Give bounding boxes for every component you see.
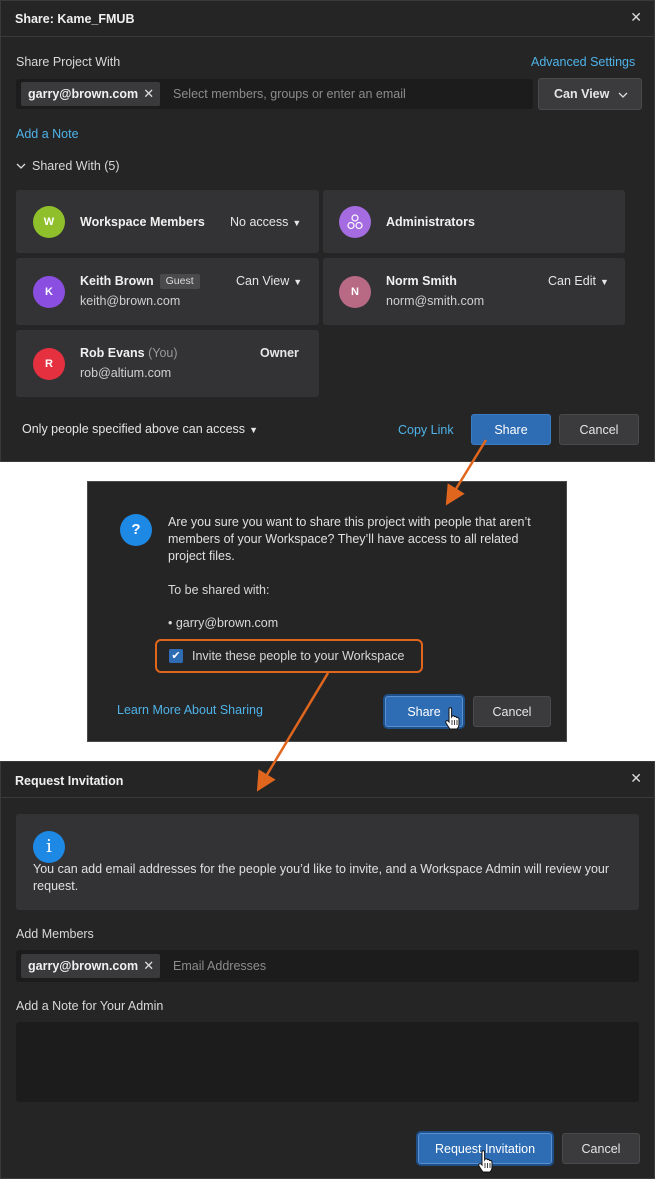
member-permission: Can View bbox=[236, 274, 290, 288]
member-name-text: Keith Brown bbox=[80, 274, 154, 288]
share-dialog-header: Share: Kame_FMUB ✕ bbox=[1, 1, 654, 37]
question-icon: ? bbox=[120, 514, 152, 546]
email-chip: garry@brown.com ✕ bbox=[21, 954, 161, 978]
member-permission-dropdown[interactable]: Can View ▼ bbox=[236, 274, 302, 288]
shared-with-header: Shared With (5) bbox=[32, 159, 120, 173]
guest-badge: Guest bbox=[159, 274, 200, 289]
remove-chip-icon[interactable]: ✕ bbox=[143, 954, 154, 978]
member-email: keith@brown.com bbox=[80, 294, 181, 308]
access-dropdown[interactable]: Only people specified above can access ▼ bbox=[22, 422, 258, 436]
share-members-input[interactable]: garry@brown.com ✕ Select members, groups… bbox=[16, 79, 533, 109]
hand-cursor-icon bbox=[445, 707, 460, 730]
permission-select-label: Can View bbox=[554, 87, 610, 101]
member-you-suffix: (You) bbox=[148, 346, 178, 360]
avatar: N bbox=[339, 276, 371, 308]
member-card-keith: K Keith Brown Guest keith@brown.com Can V… bbox=[16, 258, 319, 325]
hand-cursor-icon bbox=[478, 1150, 493, 1173]
member-card-administrators: Administrators bbox=[323, 190, 625, 253]
checkmark-icon: ✔ bbox=[171, 650, 181, 662]
avatar: W bbox=[33, 206, 65, 238]
chevron-down-icon bbox=[16, 163, 26, 169]
email-chip-label: garry@brown.com bbox=[28, 959, 139, 973]
email-addresses-input[interactable]: garry@brown.com ✕ Email Addresses bbox=[16, 950, 639, 982]
invite-checkbox-label[interactable]: Invite these people to your Workspace bbox=[192, 649, 404, 663]
access-dropdown-label: Only people specified above can access bbox=[22, 422, 246, 436]
cancel-button[interactable]: Cancel bbox=[559, 414, 639, 445]
request-cancel-button[interactable]: Cancel bbox=[562, 1133, 640, 1164]
request-invitation-dialog: Request Invitation ✕ i You can add email… bbox=[0, 761, 655, 1179]
member-name: Workspace Members bbox=[80, 215, 205, 229]
remove-chip-icon[interactable]: ✕ bbox=[143, 82, 154, 106]
member-email: rob@altium.com bbox=[80, 366, 172, 380]
chevron-down-icon bbox=[618, 92, 628, 98]
permission-select[interactable]: Can View bbox=[538, 78, 642, 110]
request-dialog-title: Request Invitation bbox=[15, 774, 124, 788]
avatar bbox=[339, 206, 371, 238]
info-icon: i bbox=[33, 831, 65, 863]
caret-down-icon: ▼ bbox=[292, 218, 302, 228]
confirm-dialog: ? Are you sure you want to share this pr… bbox=[87, 481, 567, 742]
members-placeholder: Select members, groups or enter an email bbox=[173, 87, 406, 101]
info-banner: i You can add email addresses for the pe… bbox=[16, 814, 639, 910]
share-dialog-title: Share: Kame_FMUB bbox=[15, 12, 135, 26]
email-placeholder: Email Addresses bbox=[173, 959, 267, 973]
info-text: You can add email addresses for the peop… bbox=[33, 862, 610, 893]
member-name-text: Rob Evans bbox=[80, 346, 145, 360]
group-icon bbox=[347, 214, 363, 230]
invite-checkbox[interactable]: ✔ bbox=[169, 649, 183, 663]
member-permission: Owner bbox=[260, 346, 299, 360]
member-name: Administrators bbox=[386, 215, 475, 229]
member-name: Rob Evans (You) bbox=[80, 346, 178, 360]
request-dialog-header: Request Invitation ✕ bbox=[1, 762, 654, 798]
avatar: R bbox=[33, 348, 65, 380]
member-name: Keith Brown Guest bbox=[80, 274, 200, 289]
learn-more-link[interactable]: Learn More About Sharing bbox=[117, 703, 263, 717]
avatar: K bbox=[33, 276, 65, 308]
note-label: Add a Note for Your Admin bbox=[16, 999, 164, 1013]
caret-down-icon: ▼ bbox=[599, 277, 609, 287]
member-permission: No access bbox=[230, 215, 289, 229]
caret-down-icon: ▼ bbox=[293, 277, 303, 287]
member-name: Norm Smith bbox=[386, 274, 457, 288]
member-permission-dropdown[interactable]: No access ▼ bbox=[230, 215, 301, 229]
add-members-label: Add Members bbox=[16, 927, 94, 941]
copy-link[interactable]: Copy Link bbox=[398, 423, 454, 437]
caret-down-icon: ▼ bbox=[249, 425, 258, 435]
member-card-norm: N Norm Smith norm@smith.com Can Edit ▼ bbox=[323, 258, 625, 325]
add-note-link[interactable]: Add a Note bbox=[16, 127, 79, 141]
recipient-item: • garry@brown.com bbox=[168, 616, 279, 630]
member-permission-dropdown[interactable]: Can Edit ▼ bbox=[548, 274, 609, 288]
share-dialog: Share: Kame_FMUB ✕ Share Project With Ad… bbox=[0, 0, 655, 462]
confirm-message: Are you sure you want to share this proj… bbox=[168, 515, 531, 563]
share-project-with-label: Share Project With bbox=[16, 55, 121, 69]
confirm-cancel-button[interactable]: Cancel bbox=[473, 696, 551, 727]
member-card-rob: R Rob Evans (You) rob@altium.com Owner bbox=[16, 330, 319, 397]
close-icon[interactable]: ✕ bbox=[630, 9, 642, 26]
share-button[interactable]: Share bbox=[471, 414, 551, 445]
email-chip: garry@brown.com ✕ bbox=[21, 82, 161, 106]
admin-note-textarea[interactable] bbox=[16, 1022, 639, 1102]
advanced-settings-link[interactable]: Advanced Settings bbox=[531, 55, 635, 69]
shared-with-label: To be shared with: bbox=[168, 583, 270, 597]
email-chip-label: garry@brown.com bbox=[28, 87, 139, 101]
close-icon[interactable]: ✕ bbox=[630, 770, 642, 787]
member-permission: Can Edit bbox=[548, 274, 596, 288]
member-card-workspace: W Workspace Members No access ▼ bbox=[16, 190, 319, 253]
member-email: norm@smith.com bbox=[386, 294, 485, 308]
